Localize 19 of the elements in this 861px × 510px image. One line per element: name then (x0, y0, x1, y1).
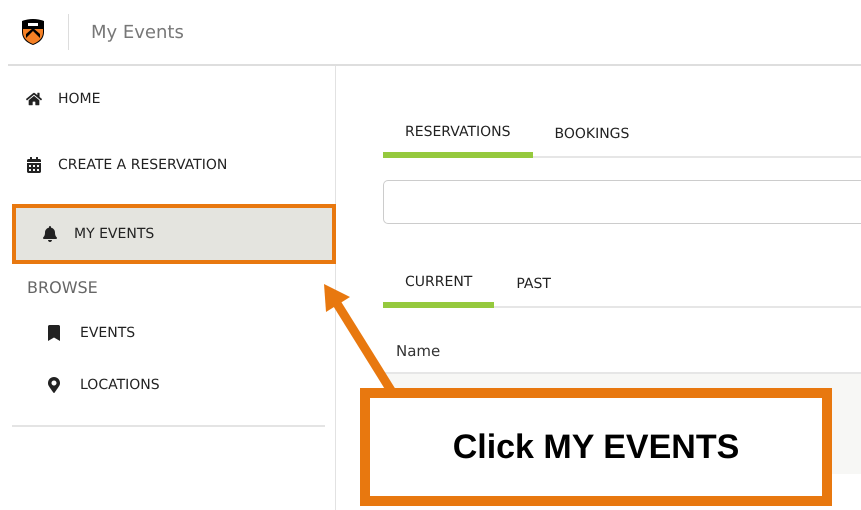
home-icon (26, 91, 42, 107)
tab[interactable]: CURRENT (383, 252, 494, 308)
bell-icon (42, 226, 58, 242)
nav-item[interactable]: LOCATIONS (12, 359, 335, 411)
tab[interactable]: PAST (494, 252, 573, 308)
section-heading: BROWSE (26, 277, 99, 299)
nav-item[interactable]: HOME (12, 66, 335, 132)
pin-icon (46, 377, 62, 393)
nav-item[interactable]: CREATE A RESERVATION (12, 132, 335, 198)
tab[interactable]: BOOKINGS (532, 102, 652, 158)
callout-text: Click MY EVENTS (360, 388, 832, 506)
bookmark-icon (46, 325, 62, 341)
shield-logo-icon (20, 18, 46, 46)
nav-item[interactable]: EVENTS (12, 307, 335, 359)
search-field[interactable] (383, 180, 861, 224)
page-title: My Events (91, 22, 184, 42)
nav-item[interactable]: MY EVENTS (12, 204, 336, 264)
tab[interactable]: RESERVATIONS (383, 102, 532, 158)
calendar-icon (26, 157, 42, 173)
